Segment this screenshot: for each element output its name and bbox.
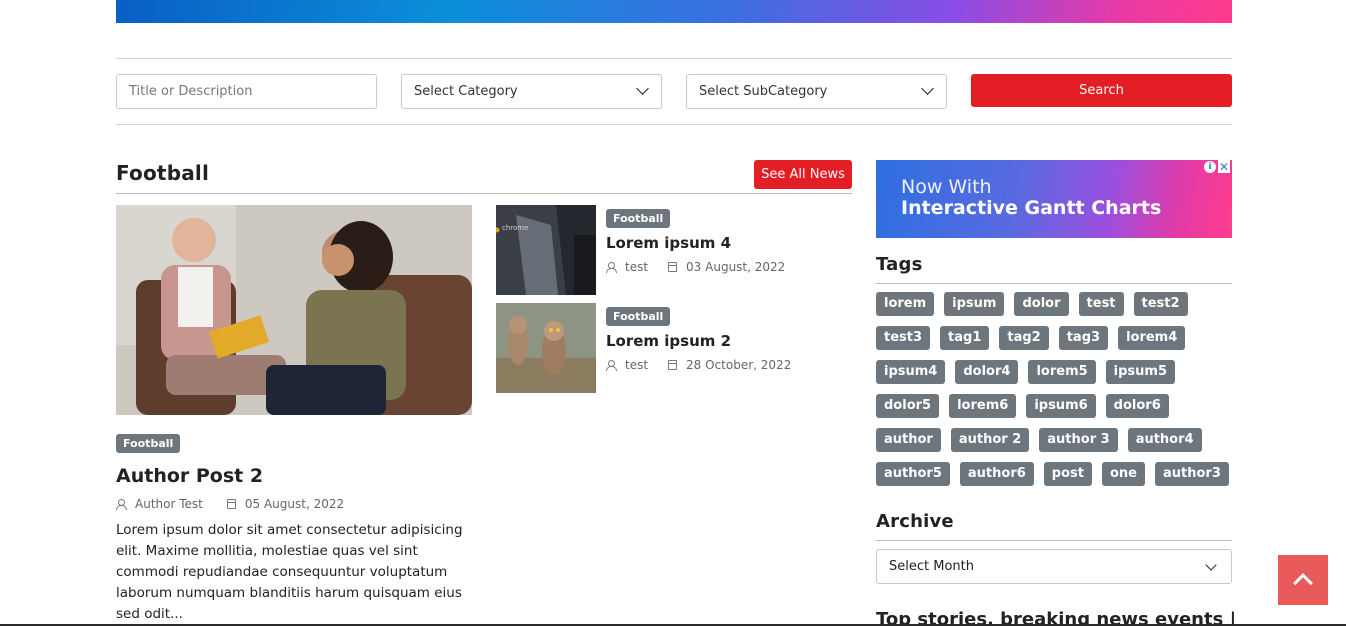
tag-chip[interactable]: ipsum6 [1026, 394, 1096, 418]
chevron-down-icon [1205, 559, 1217, 571]
tag-chip[interactable]: author4 [1127, 428, 1202, 452]
tag-chip[interactable]: author 3 [1039, 428, 1118, 452]
side-post-image-1[interactable]: chrome [496, 205, 596, 295]
tags-title: Tags [876, 254, 923, 275]
side-post-date-2: 28 October, 2022 [686, 358, 792, 372]
divider-top [116, 58, 1232, 59]
tag-chip[interactable]: author6 [959, 462, 1034, 486]
side-post-meta-1: test 03 August, 2022 [606, 260, 785, 274]
user-icon [606, 359, 617, 371]
tag-chip[interactable]: one [1101, 462, 1145, 486]
tag-chip[interactable]: author 2 [950, 428, 1030, 452]
tag-chip[interactable]: ipsum [944, 292, 1005, 316]
calendar-icon [226, 499, 236, 509]
tag-chip[interactable]: dolor [1014, 292, 1069, 316]
archive-underline [876, 540, 1232, 541]
tag-chip[interactable]: author5 [876, 462, 950, 486]
top-banner-ad[interactable] [116, 0, 1232, 23]
calendar-icon [668, 360, 678, 370]
side-post-title-1[interactable]: Lorem ipsum 4 [606, 234, 731, 252]
side-post-badge-1[interactable]: Football [606, 209, 671, 228]
ad-line-1: Now With [901, 176, 992, 198]
thumb-chrome-text: chrome [502, 224, 528, 232]
tag-chip[interactable]: lorem4 [1118, 326, 1186, 350]
subcategory-select-value: Select SubCategory [699, 84, 828, 99]
search-title-input[interactable]: Title or Description [116, 74, 377, 109]
tag-chip[interactable]: tag1 [940, 326, 990, 350]
chevron-up-icon [1293, 573, 1313, 593]
section-underline [116, 193, 852, 194]
tags-underline [876, 283, 1232, 284]
tag-chip[interactable]: post [1043, 462, 1092, 486]
tag-chip[interactable]: lorem5 [1028, 360, 1096, 384]
featured-post-excerpt: Lorem ipsum dolor sit amet consectetur a… [116, 522, 463, 622]
calendar-icon [668, 262, 678, 272]
ad-info-icon[interactable]: i [1204, 161, 1216, 173]
divider-filters [116, 124, 1232, 125]
scroll-to-top-button[interactable] [1278, 555, 1328, 605]
side-post-title-2[interactable]: Lorem ipsum 2 [606, 332, 731, 350]
featured-post-date: 05 August, 2022 [244, 497, 345, 511]
user-icon [606, 261, 617, 273]
tag-chip[interactable]: tag2 [999, 326, 1049, 350]
side-post-image-2[interactable] [496, 303, 596, 393]
section-title: Football [116, 161, 210, 185]
sidebar-ad[interactable]: Now With Interactive Gantt Charts i ✕ [876, 160, 1232, 238]
side-post-badge-2[interactable]: Football [606, 307, 671, 326]
archive-title: Archive [876, 511, 954, 532]
featured-post-meta: Author Test 05 August, 2022 [116, 497, 344, 511]
user-icon [116, 498, 127, 510]
tag-chip[interactable]: lorem6 [949, 394, 1017, 418]
ad-line-2: Interactive Gantt Charts [901, 197, 1162, 219]
tag-chip[interactable]: ipsum5 [1105, 360, 1176, 384]
featured-post-badge[interactable]: Football [116, 434, 181, 453]
subcategory-select[interactable]: Select SubCategory [686, 74, 947, 109]
featured-post-image[interactable] [116, 205, 472, 415]
archive-select-value: Select Month [889, 559, 974, 574]
tag-chip[interactable]: dolor4 [955, 360, 1019, 384]
search-button[interactable]: Search [971, 74, 1232, 107]
archive-month-select[interactable]: Select Month [876, 549, 1232, 584]
tag-chip[interactable]: test3 [876, 326, 931, 350]
tag-chip[interactable]: dolor6 [1105, 394, 1169, 418]
tag-chip[interactable]: tag3 [1058, 326, 1109, 350]
tag-chip[interactable]: ipsum4 [876, 360, 946, 384]
tag-chip[interactable]: author3 [1155, 462, 1229, 486]
search-title-placeholder: Title or Description [129, 84, 253, 99]
chevron-down-icon [636, 82, 649, 95]
side-post-meta-2: test 28 October, 2022 [606, 358, 791, 372]
side-post-author-1: test [625, 260, 649, 274]
chevron-down-icon [921, 82, 934, 95]
category-select-value: Select Category [414, 84, 518, 99]
tag-chip[interactable]: dolor5 [876, 394, 940, 418]
tag-chip[interactable]: test [1078, 292, 1124, 316]
featured-post-title[interactable]: Author Post 2 [116, 465, 263, 487]
side-post-author-2: test [625, 358, 649, 372]
ad-close-icon[interactable]: ✕ [1218, 160, 1230, 174]
see-all-news-button[interactable]: See All News [754, 160, 852, 189]
tag-chip[interactable]: test2 [1133, 292, 1188, 316]
tag-chip[interactable]: lorem [876, 292, 935, 316]
category-select[interactable]: Select Category [401, 74, 662, 109]
side-post-date-1: 03 August, 2022 [686, 260, 786, 274]
tags-list: lorem ipsum dolor test test2 test3 tag1 tag2 tag… [876, 292, 1236, 486]
featured-post-author: Author Test [135, 497, 203, 511]
tag-chip[interactable]: author [876, 428, 941, 452]
